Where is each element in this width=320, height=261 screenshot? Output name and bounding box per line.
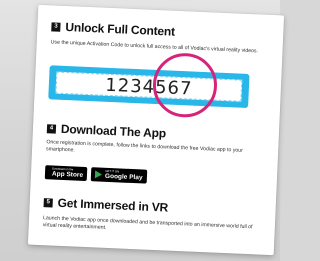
- instruction-card: 3 Unlock Full Content Use the unique Act…: [27, 4, 285, 256]
- step-4-header: 4 Download The App: [46, 121, 167, 141]
- badge-label: Google Play: [104, 172, 143, 182]
- activation-code-box: 1234567: [48, 65, 250, 108]
- step-description: Launch the Vodiac app once downloaded an…: [42, 215, 253, 231]
- step-title: Unlock Full Content: [65, 19, 176, 39]
- step-title: Get Immersed in VR: [57, 195, 169, 215]
- step-number-badge: 4: [46, 123, 57, 134]
- badge-label: App Store: [51, 170, 84, 179]
- step-5-header: 5 Get Immersed in VR: [43, 195, 169, 215]
- step-description: Once registration is complete, follow th…: [45, 139, 243, 154]
- google-play-icon: [94, 170, 103, 179]
- google-play-button[interactable]: GET IT ON Google Play: [90, 167, 147, 184]
- step-number-badge: 5: [43, 197, 53, 208]
- app-store-badges: Download on the App Store GET IT ON Goog…: [44, 165, 151, 184]
- step-number-badge: 3: [51, 21, 61, 32]
- step-3-header: 3 Unlock Full Content: [51, 19, 176, 39]
- step-description: Use the unique Activation Code to unlock…: [50, 39, 259, 55]
- app-store-button[interactable]: Download on the App Store: [44, 165, 88, 182]
- highlight-circle: [151, 51, 219, 119]
- step-title: Download The App: [60, 121, 167, 141]
